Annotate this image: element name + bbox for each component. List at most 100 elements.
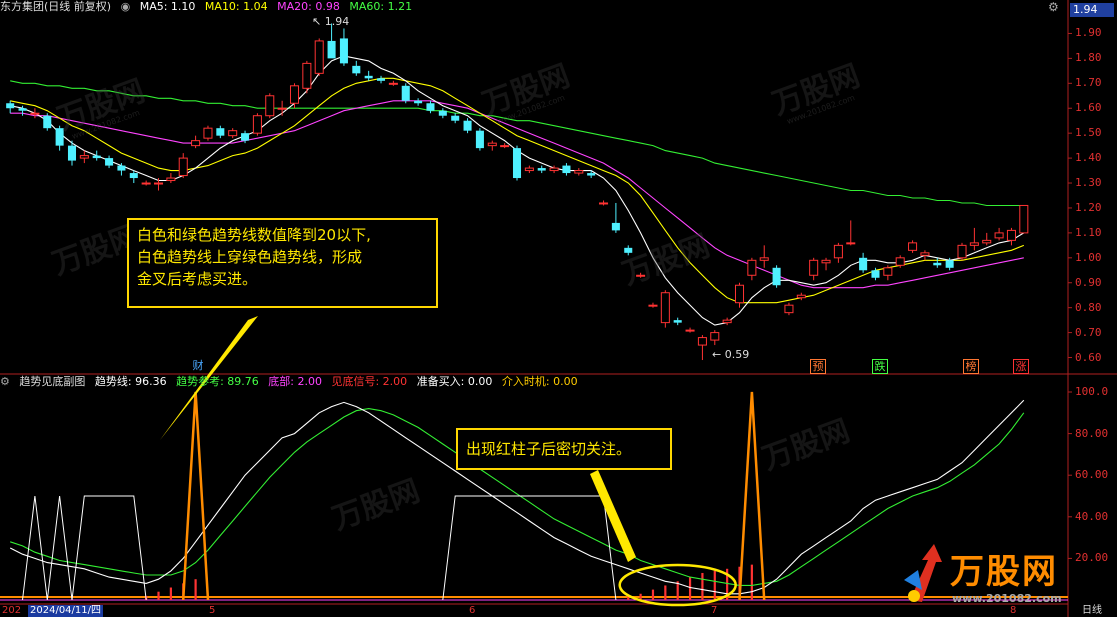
candle-body[interactable] <box>524 167 534 172</box>
candle-body[interactable] <box>957 244 967 259</box>
candle-body[interactable] <box>475 130 484 149</box>
candle-body[interactable] <box>697 337 707 346</box>
candle-body[interactable] <box>414 100 423 104</box>
candle-body[interactable] <box>611 222 620 231</box>
candle-body[interactable] <box>933 262 942 266</box>
candle-body[interactable] <box>920 252 930 256</box>
candle-body[interactable] <box>587 173 596 176</box>
candle-body[interactable] <box>377 78 386 81</box>
candle-body[interactable] <box>18 108 27 111</box>
candle-body[interactable] <box>438 110 447 116</box>
candle-body[interactable] <box>203 127 213 139</box>
red-bar-callout: 出现红柱子后密切关注。 <box>456 428 672 470</box>
candle-body[interactable] <box>426 103 435 111</box>
candle-body[interactable] <box>265 95 275 117</box>
candle-body[interactable] <box>401 85 410 101</box>
event-tag-down[interactable]: 跌 <box>872 359 888 374</box>
candle-body[interactable] <box>79 155 89 159</box>
candle-body[interactable] <box>43 115 52 129</box>
candle-body[interactable] <box>6 103 15 109</box>
candle-body[interactable] <box>451 115 460 121</box>
candle-body[interactable] <box>685 329 695 332</box>
candle-body[interactable] <box>871 270 880 278</box>
candle-body[interactable] <box>908 242 918 251</box>
candle-body[interactable] <box>67 145 77 161</box>
candle-body[interactable] <box>388 82 398 85</box>
candle-body[interactable] <box>747 259 757 276</box>
candle-body[interactable] <box>500 145 510 148</box>
candle-body[interactable] <box>178 157 188 177</box>
candle-body[interactable] <box>599 202 609 205</box>
event-tag-finance[interactable]: 财 <box>191 359 205 372</box>
candle-body[interactable] <box>969 242 979 246</box>
candle-body[interactable] <box>821 259 831 264</box>
candle-body[interactable] <box>809 259 819 276</box>
candle-body[interactable] <box>92 155 101 159</box>
sub-tick-label: 20.00 <box>1075 551 1109 565</box>
candle-body[interactable] <box>549 167 559 172</box>
candle-body[interactable] <box>982 239 992 244</box>
candle-body[interactable] <box>796 294 806 299</box>
candle-body[interactable] <box>352 65 361 74</box>
candle-body[interactable] <box>1019 204 1029 234</box>
candle-body[interactable] <box>191 140 201 147</box>
price-tick-label: 1.70 <box>1075 76 1102 90</box>
price-tick-label: 1.00 <box>1075 250 1102 264</box>
candle-body[interactable] <box>117 165 126 171</box>
candle-body[interactable] <box>537 168 546 171</box>
dropdown-icon[interactable]: ◉ <box>121 0 131 13</box>
candle-body[interactable] <box>859 257 868 271</box>
candle-body[interactable] <box>129 173 138 179</box>
candle-body[interactable] <box>734 284 745 304</box>
candle-body[interactable] <box>784 304 794 314</box>
candle-body[interactable] <box>141 182 151 185</box>
sub-chart-name[interactable]: 趋势见底副图 <box>19 375 85 388</box>
candle-body[interactable] <box>883 267 893 276</box>
candle-body[interactable] <box>327 40 336 59</box>
candle-body[interactable] <box>574 170 584 174</box>
candle-body[interactable] <box>562 165 571 174</box>
price-tick-label: 1.50 <box>1075 126 1102 140</box>
candle-body[interactable] <box>759 257 769 261</box>
selected-date[interactable]: 2024/04/11/四 <box>28 605 104 617</box>
candle-body[interactable] <box>487 142 497 147</box>
candle-body[interactable] <box>105 158 114 166</box>
candle-body[interactable] <box>289 85 300 104</box>
candle-body[interactable] <box>772 267 781 286</box>
candle-body[interactable] <box>228 130 238 137</box>
bottom-label: 底部: 2.00 <box>268 375 322 388</box>
candle-body[interactable] <box>30 112 40 115</box>
candle-body[interactable] <box>846 242 856 245</box>
trend-line-label: 趋势线: 96.36 <box>94 375 167 388</box>
candle-body[interactable] <box>994 232 1004 239</box>
event-tag-up[interactable]: 涨 <box>1013 359 1029 374</box>
candle-body[interactable] <box>1006 229 1016 241</box>
event-tag-forecast[interactable]: 预 <box>810 359 826 374</box>
candle-body[interactable] <box>302 62 312 89</box>
candle-body[interactable] <box>339 38 348 64</box>
candle-body[interactable] <box>154 182 164 185</box>
candle-body[interactable] <box>252 115 262 134</box>
period-label[interactable]: 日线 <box>1082 605 1102 617</box>
stock-title[interactable]: 东方集团(日线 前复权) <box>0 0 111 13</box>
candle-body[interactable] <box>216 128 225 136</box>
candle-body[interactable] <box>673 320 682 323</box>
event-tag-rank[interactable]: 榜 <box>963 359 979 374</box>
settings-icon[interactable]: ⚙ <box>1048 0 1059 14</box>
candle-body[interactable] <box>241 133 250 141</box>
candle-body[interactable] <box>648 304 658 307</box>
candle-body[interactable] <box>945 260 954 268</box>
candle-body[interactable] <box>277 107 287 110</box>
sub-settings-icon[interactable]: ⚙ <box>0 375 10 388</box>
candle-body[interactable] <box>833 244 843 259</box>
candle-body[interactable] <box>512 148 522 179</box>
candle-body[interactable] <box>895 257 905 266</box>
callout-line: 金叉后考虑买进。 <box>137 270 258 288</box>
candle-body[interactable] <box>660 292 670 324</box>
candle-body[interactable] <box>722 319 732 324</box>
candle-body[interactable] <box>710 332 720 341</box>
candle-body[interactable] <box>364 75 373 79</box>
candle-body[interactable] <box>314 40 324 74</box>
candle-body[interactable] <box>166 177 176 182</box>
candle-body[interactable] <box>463 120 472 131</box>
